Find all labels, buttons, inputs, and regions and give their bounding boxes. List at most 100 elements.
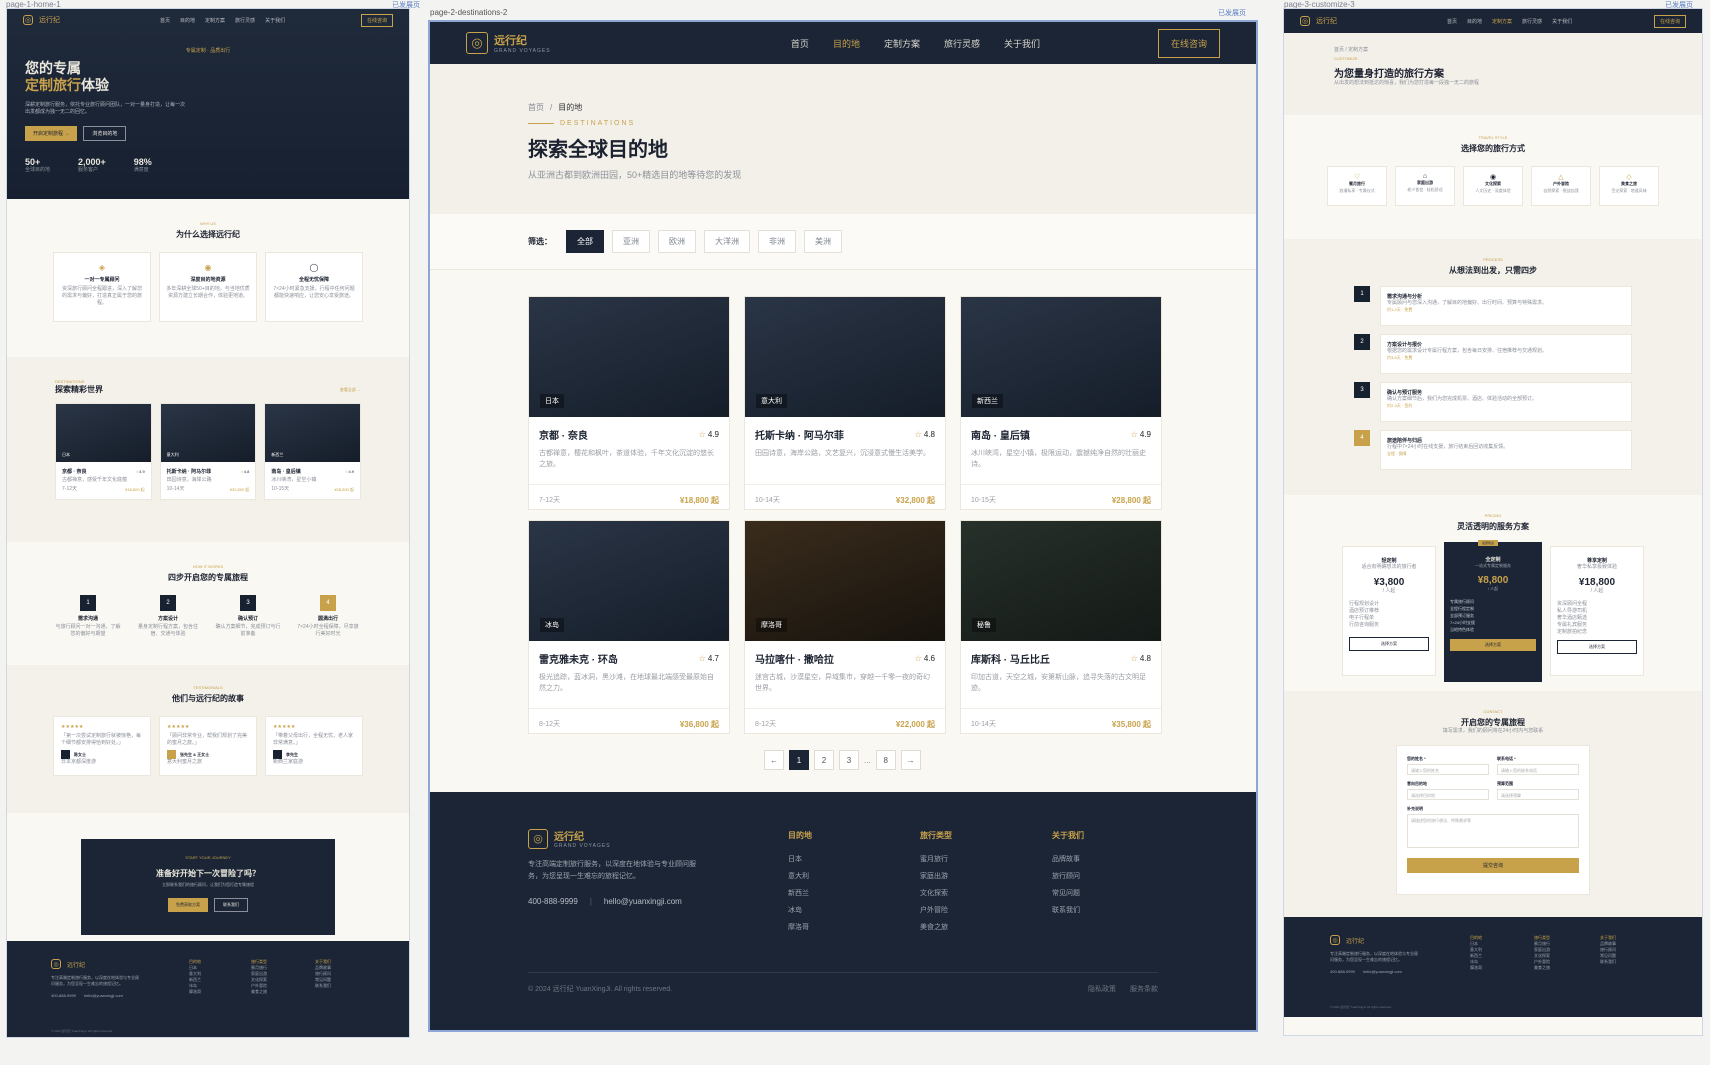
online-consult-button[interactable]: 在线咨询 xyxy=(1157,28,1220,58)
explore-more-link[interactable]: 查看全部 → xyxy=(340,387,361,393)
privacy-link[interactable]: 隐私政策 xyxy=(1088,984,1116,994)
why-card: ◯ 全程无忧保障 7×24小时紧急支援，行程中任何问题都能快速响应，让您安心享受旅途… xyxy=(265,252,363,322)
nav-item-inspiration[interactable]: 旅行灵感 xyxy=(944,37,980,50)
custom-nav-item[interactable]: 旅行灵感 xyxy=(1522,18,1542,25)
submit-button[interactable]: 提交咨询 xyxy=(1407,858,1579,873)
phone-input[interactable]: 请输入您的联系电话 xyxy=(1497,764,1579,775)
nav-item-home[interactable]: 首页 xyxy=(791,37,809,50)
footer-link[interactable]: 文化探索 xyxy=(920,885,952,902)
select-plan-button[interactable]: 选择方案 xyxy=(1450,639,1536,651)
select-plan-button[interactable]: 选择方案 xyxy=(1556,640,1637,654)
trip-duration: 8-12天 xyxy=(539,721,561,728)
custom-nav-item[interactable]: 目的地 xyxy=(1467,18,1482,25)
travel-style-card[interactable]: ♡ 蜜月旅行 浪漫私享 · 专属仪式 xyxy=(1327,166,1387,206)
nav-item-destinations[interactable]: 目的地 xyxy=(833,37,860,50)
explore-cards: 日本 京都 · 奈良 ☆4.9 古都禅意，感受千年文化底蕴 7-12天 ¥18,800 起… xyxy=(55,403,362,500)
home-nav-item[interactable]: 定制方案 xyxy=(205,17,225,24)
select-plan-button[interactable]: 选择方案 xyxy=(1349,637,1430,651)
hero-stat: 98% 满意度 xyxy=(133,157,152,173)
travel-style-card[interactable]: ⌂ 家庭出游 老少皆宜 · 轻松舒适 xyxy=(1395,166,1455,206)
footer-phone[interactable]: 400-888-9999 xyxy=(528,897,578,906)
breadcrumb-sep: / xyxy=(550,103,553,112)
frame-home[interactable]: ◎ 远行纪 首页 目的地 定制方案 旅行灵感 关于我们 在线咨询 专属定制 · 品质出行 … xyxy=(6,8,410,1038)
frame-destinations[interactable]: ◎ 远行纪 GRAND VOYAGES 首页 目的地 定制方案 旅行灵感 关于我们… xyxy=(428,20,1258,1032)
filter-chip-oceania[interactable]: 大洋洲 xyxy=(704,230,750,253)
filter-chip-asia[interactable]: 亚洲 xyxy=(612,230,650,253)
travel-style-card[interactable]: △ 户外冒险 自然探索 · 挑战自我 xyxy=(1531,166,1591,206)
footer-link[interactable]: 日本 xyxy=(788,851,812,868)
home-nav-item[interactable]: 关于我们 xyxy=(265,17,285,24)
footer-link[interactable]: 冰岛 xyxy=(788,902,812,919)
browse-destinations-button[interactable]: 浏览目的地 xyxy=(83,126,127,141)
frame-badge-destinations[interactable]: 已发展页 xyxy=(1218,8,1246,18)
custom-nav-item[interactable]: 定制方案 xyxy=(1492,18,1512,25)
dest-logo[interactable]: ◎ 远行纪 GRAND VOYAGES xyxy=(466,32,551,54)
next-page-button[interactable]: → xyxy=(900,750,921,770)
page-button-1[interactable]: 1 xyxy=(789,750,809,770)
filter-chip-europe[interactable]: 欧洲 xyxy=(658,230,696,253)
home-nav-item[interactable]: 首页 xyxy=(160,17,170,24)
page-button-8[interactable]: 8 xyxy=(875,750,896,770)
footer-link[interactable]: 常见问题 xyxy=(1052,885,1084,902)
terms-link[interactable]: 服务条款 xyxy=(1130,984,1158,994)
prev-page-button[interactable]: ← xyxy=(764,750,784,770)
footer-link[interactable]: 户外冒险 xyxy=(920,902,952,919)
home-logo[interactable]: ◎ 远行纪 xyxy=(23,15,60,25)
filter-chip-americas[interactable]: 美洲 xyxy=(804,230,842,253)
custom-consult-button[interactable]: 在线咨询 xyxy=(1653,14,1686,28)
page-button-2[interactable]: 2 xyxy=(814,750,834,770)
home-consult-button[interactable]: 在线咨询 xyxy=(360,13,393,27)
custom-logo[interactable]: ◎ 远行纪 xyxy=(1300,16,1337,26)
budget-select[interactable]: 请选择预算 xyxy=(1497,789,1579,800)
footer-logo[interactable]: ◎ 远行纪 GRAND VOYAGES xyxy=(528,828,708,849)
destination-select[interactable]: 请选择目的地 xyxy=(1407,789,1489,800)
get-plan-button[interactable]: 免费获取方案 xyxy=(168,898,208,912)
destination-card[interactable]: 新西兰 南岛 · 皇后镇 ☆ 4.9 冰川峡湾，星空小镇，极限运动，震撼纯净自然的… xyxy=(960,296,1162,510)
custom-breadcrumb[interactable]: 首页 / 定制方案 xyxy=(1334,47,1652,54)
contact-us-button[interactable]: 联系我们 xyxy=(214,898,248,912)
nav-item-customize[interactable]: 定制方案 xyxy=(884,37,920,50)
footer-link[interactable]: 意大利 xyxy=(788,868,812,885)
nav-item-about[interactable]: 关于我们 xyxy=(1004,37,1040,50)
destination-title: 南岛 · 皇后镇 xyxy=(971,431,1030,442)
page-title: 探索全球目的地 xyxy=(528,139,668,161)
explore-card[interactable]: 意大利 托斯卡纳 · 阿马尔菲 ☆4.8 田园诗意，海岸公路 10-14天 ¥32,800… xyxy=(159,403,257,500)
page-button-3[interactable]: 3 xyxy=(839,750,859,770)
trip-duration: 10-14天 xyxy=(755,497,780,504)
destination-card[interactable]: 日本 京都 · 奈良 ☆ 4.9 古都禅意，樱花和枫叶，茶道体验，千年文化沉淀的悠… xyxy=(528,296,730,510)
footer-link[interactable]: 新西兰 xyxy=(788,885,812,902)
pricing-card: 轻定制 适合有明确想法的旅行者 ¥3,800/ 人起 行程规划设计 酒店预订推荐 电子行程… xyxy=(1342,546,1437,676)
star-icon: ☆ xyxy=(698,430,706,439)
destination-card[interactable]: 意大利 托斯卡纳 · 阿马尔菲 ☆ 4.8 田园诗意，海岸公路，文艺复兴，沉浸意式… xyxy=(744,296,946,510)
footer-link[interactable]: 家庭出游 xyxy=(920,868,952,885)
home-nav-item[interactable]: 目的地 xyxy=(180,17,195,24)
travel-style-card[interactable]: ◉ 文化探索 人文历史 · 深度体验 xyxy=(1463,166,1523,206)
name-input[interactable]: 请输入您的姓名 xyxy=(1407,764,1489,775)
explore-card[interactable]: 新西兰 南岛 · 皇后镇 ☆4.9 冰川峡湾，星空小镇 10-15天 ¥28,800 起 xyxy=(264,403,362,500)
destination-card[interactable]: 秘鲁 库斯科 · 马丘比丘 ☆ 4.8 印加古道，天空之城，安第斯山脉，追寻失落的… xyxy=(960,520,1162,734)
footer-link[interactable]: 联系我们 xyxy=(1052,902,1084,919)
frame-customize[interactable]: ◎ 远行纪 首页 目的地 定制方案 旅行灵感 关于我们 在线咨询 首页 / 定制方案 CU… xyxy=(1283,8,1703,1036)
footer-link[interactable]: 品牌故事 xyxy=(1052,851,1084,868)
destination-card[interactable]: 冰岛 雷克雅未克 · 环岛 ☆ 4.7 极光追踪，蓝冰洞，黑沙滩，在地球最北端感受… xyxy=(528,520,730,734)
footer-link[interactable]: 蜜月旅行 xyxy=(920,851,952,868)
travel-style-card[interactable]: ◇ 美食之旅 舌尖探索 · 地道风味 xyxy=(1599,166,1659,206)
footer-email[interactable]: hello@yuanxingji.com xyxy=(604,897,682,906)
filter-chip-africa[interactable]: 非洲 xyxy=(758,230,796,253)
destination-card[interactable]: 摩洛哥 马拉喀什 · 撒哈拉 ☆ 4.6 迷宫古城，沙漠星空，异域集市，穿越一千零… xyxy=(744,520,946,734)
dest-brand-name: 远行纪 xyxy=(494,35,527,47)
cta-title: 准备好开始下一次冒险了吗？ xyxy=(156,869,260,878)
trip-price: ¥18,800 起 xyxy=(679,496,719,505)
breadcrumb-home-link[interactable]: 首页 xyxy=(528,102,544,113)
footer-link[interactable]: 旅行顾问 xyxy=(1052,868,1084,885)
note-textarea[interactable]: 请描述您的旅行想法、特殊需求等 xyxy=(1407,814,1579,848)
explore-card[interactable]: 日本 京都 · 奈良 ☆4.9 古都禅意，感受千年文化底蕴 7-12天 ¥18,800 起 xyxy=(55,403,152,500)
start-journey-button[interactable]: 开启定制旅程 → xyxy=(25,126,78,141)
custom-nav-item[interactable]: 关于我们 xyxy=(1552,18,1572,25)
filter-chip-all[interactable]: 全部 xyxy=(566,230,604,253)
footer-link[interactable]: 美食之旅 xyxy=(920,919,952,936)
footer-link[interactable]: 摩洛哥 xyxy=(788,919,812,936)
home-nav-item[interactable]: 旅行灵感 xyxy=(235,17,255,24)
why-card: ◈ 一对一专属顾问 资深旅行顾问全程跟进，深入了解您的需求与偏好，打造真正属于您的旅… xyxy=(53,252,151,322)
custom-nav-item[interactable]: 首页 xyxy=(1447,18,1457,25)
